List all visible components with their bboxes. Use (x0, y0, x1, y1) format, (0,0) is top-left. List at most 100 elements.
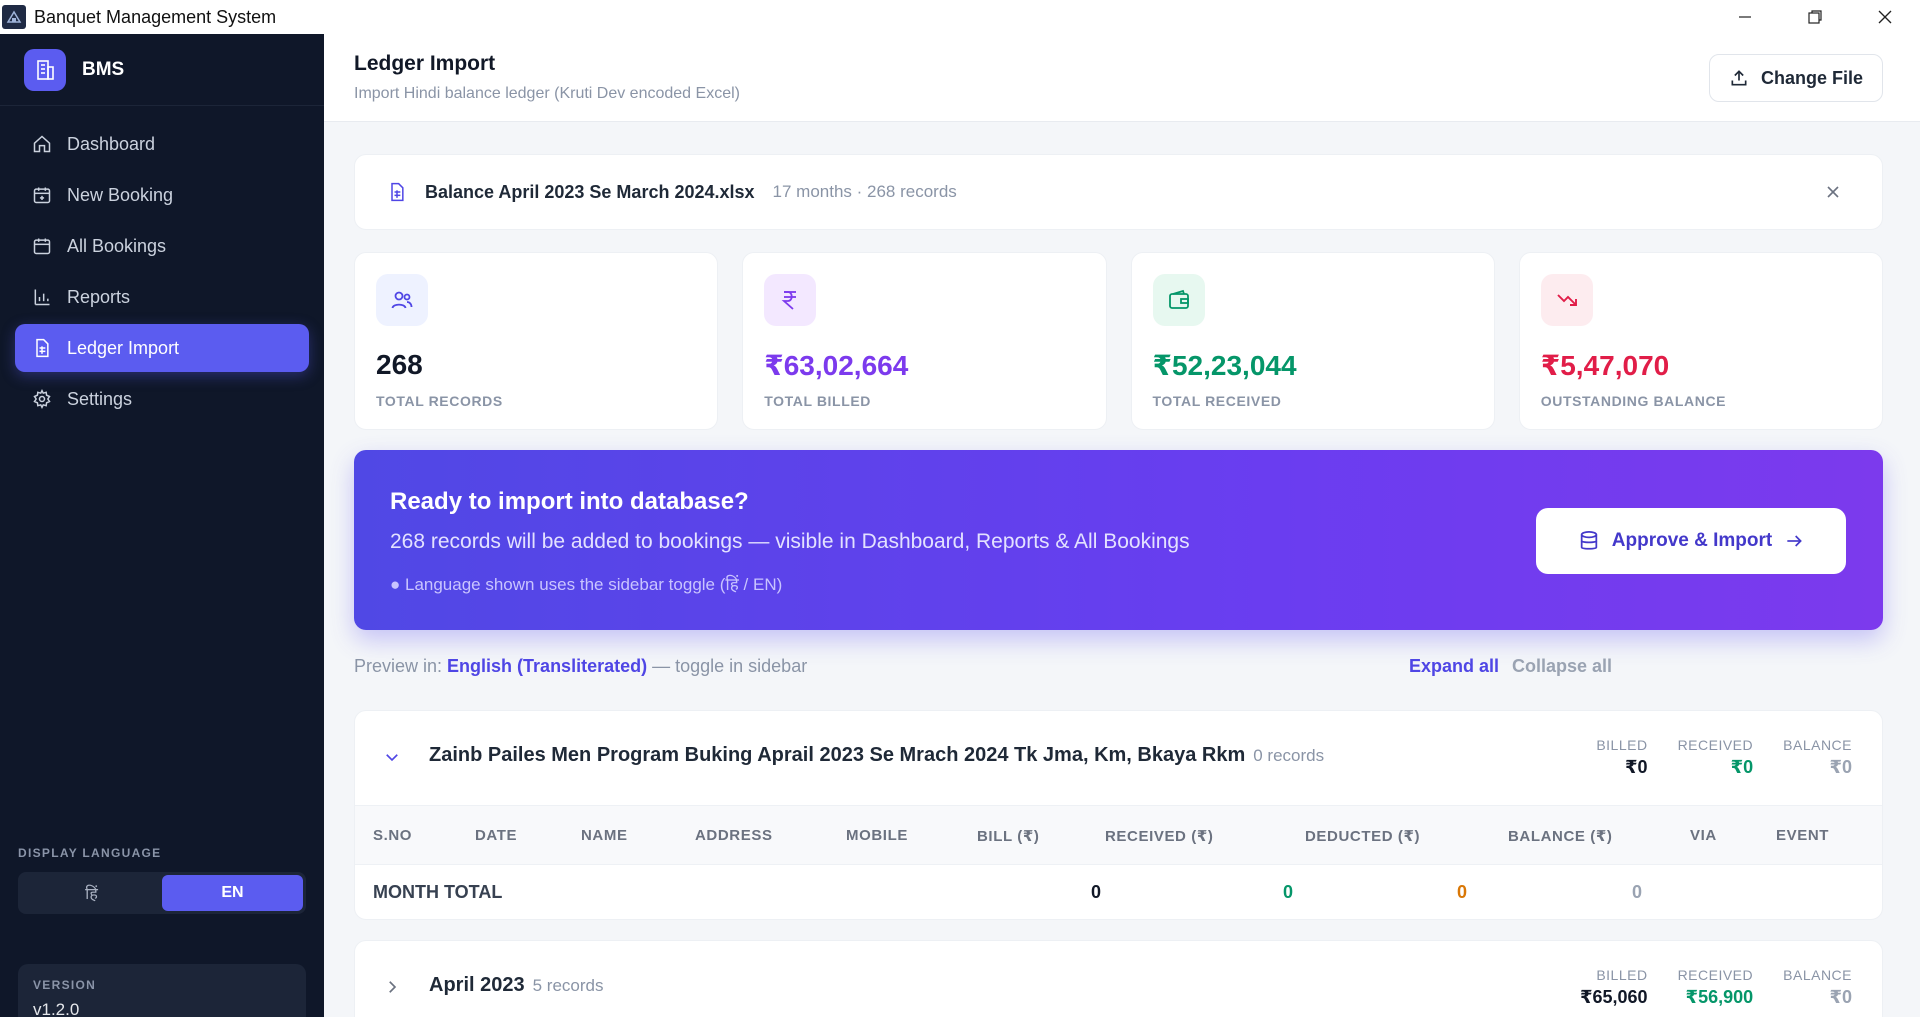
group-billed: BILLED ₹0 (1596, 737, 1647, 778)
group-balance-value: ₹0 (1829, 757, 1852, 777)
version-value: v1.2.0 (33, 1000, 80, 1017)
column-header[interactable]: RECEIVED (₹) (1105, 827, 1213, 845)
sidebar-item-settings[interactable]: Settings (15, 375, 309, 423)
sidebar-item-label: Reports (67, 286, 131, 307)
group-received: RECEIVED ₹56,900 (1678, 967, 1754, 1008)
upload-icon (1729, 68, 1749, 88)
main-content: Ledger Import Import Hindi balance ledge… (324, 34, 1920, 1017)
banner-title: Ready to import into database? (390, 488, 749, 515)
group-header[interactable]: April 2023 5 records BILLED ₹65,060 RECEIV… (355, 941, 1882, 1017)
page-subtitle: Import Hindi balance ledger (Kruti Dev e… (354, 85, 740, 102)
stat-total-billed: ₹63,02,664 TOTAL BILLED (742, 252, 1107, 430)
sidebar-item-label: Settings (67, 388, 133, 409)
minimize-button[interactable] (1710, 0, 1780, 34)
file-spreadsheet-icon (31, 337, 53, 359)
change-file-button[interactable]: Change File (1709, 54, 1883, 102)
column-header[interactable]: ADDRESS (695, 827, 773, 844)
building-icon (24, 48, 66, 91)
minimize-icon (1739, 16, 1751, 18)
group-received-label: RECEIVED (1677, 737, 1754, 753)
close-icon (1827, 186, 1839, 198)
stat-label: TOTAL BILLED (764, 393, 872, 409)
column-header[interactable]: MOBILE (846, 827, 908, 844)
column-header[interactable]: BALANCE (₹) (1508, 827, 1613, 845)
sidebar-item-reports[interactable]: Reports (15, 273, 309, 321)
group-title: April 2023 5 records (429, 974, 603, 997)
close-window-button[interactable] (1850, 0, 1920, 34)
column-header[interactable]: S.NO (373, 827, 412, 844)
month-total-label: MONTH TOTAL (373, 882, 503, 902)
column-header[interactable]: BILL (₹) (977, 827, 1039, 845)
month-total-row: MONTH TOTAL 0 0 0 0 (355, 865, 1882, 919)
column-header[interactable]: DEDUCTED (₹) (1305, 827, 1420, 845)
display-language: DISPLAY LANGUAGE हिं EN (18, 846, 306, 914)
group-stats: BILLED ₹0 RECEIVED ₹0 BALANCE ₹0 (1596, 737, 1852, 778)
display-language-label: DISPLAY LANGUAGE (18, 846, 162, 860)
group-billed-value: ₹65,060 (1579, 987, 1648, 1007)
restore-icon (1808, 10, 1822, 24)
preview-language: English (Transliterated) (447, 656, 648, 676)
approve-import-button[interactable]: Approve & Import (1536, 508, 1846, 574)
language-option-english[interactable]: EN (162, 875, 303, 911)
banner-description: 268 records will be added to bookings — … (390, 530, 1190, 553)
group-record-count: 5 records (532, 976, 604, 995)
close-icon (1878, 10, 1892, 24)
sidebar-item-label: New Booking (67, 184, 174, 205)
sidebar-nav: Dashboard New Booking All Bookings Repor… (0, 106, 324, 423)
bar-chart-icon (31, 286, 53, 308)
group-title-text: April 2023 (429, 974, 525, 996)
close-file-button[interactable] (1824, 183, 1842, 201)
window-titlebar: Banquet Management System (0, 0, 1920, 34)
group-received-value: ₹56,900 (1685, 987, 1754, 1007)
stat-total-records: 268 TOTAL RECORDS (354, 252, 719, 430)
stat-label: TOTAL RECEIVED (1152, 393, 1282, 409)
stat-value: ₹52,23,044 (1152, 350, 1297, 381)
file-info-bar: Balance April 2023 Se March 2024.xlsx 17… (354, 154, 1883, 230)
sidebar-item-all-bookings[interactable]: All Bookings (15, 222, 309, 270)
sidebar-item-new-booking[interactable]: New Booking (15, 171, 309, 219)
group-record-count: 0 records (1253, 746, 1325, 765)
preview-suffix: — toggle in sidebar (652, 656, 808, 676)
ledger-group: April 2023 5 records BILLED ₹65,060 RECEIV… (354, 940, 1883, 1017)
database-icon (1578, 530, 1600, 552)
total-bill: 0 (1091, 882, 1102, 902)
file-name: Balance April 2023 Se March 2024.xlsx (425, 181, 755, 202)
column-header[interactable]: DATE (475, 827, 517, 844)
sidebar-item-label: Ledger Import (67, 337, 180, 358)
wallet-icon (1152, 274, 1205, 326)
group-billed-value: ₹0 (1625, 757, 1648, 777)
stat-value: ₹63,02,664 (764, 350, 909, 381)
group-title-text: Zainb Pailes Men Program Buking Aprail 2… (429, 744, 1246, 766)
total-balance: 0 (1632, 882, 1643, 902)
total-deducted: 0 (1457, 882, 1468, 902)
table-header: S.NO DATE NAME ADDRESS MOBILE BILL (₹) R… (355, 805, 1882, 865)
sidebar-item-label: All Bookings (67, 235, 167, 256)
chevron-down-icon[interactable] (383, 748, 401, 766)
expand-all-button[interactable]: Expand all (1409, 656, 1499, 677)
file-icon (387, 181, 407, 203)
ledger-group: Zainb Pailes Men Program Buking Aprail 2… (354, 710, 1883, 920)
restore-button[interactable] (1780, 0, 1850, 34)
group-received-label: RECEIVED (1677, 967, 1754, 983)
group-header[interactable]: Zainb Pailes Men Program Buking Aprail 2… (355, 711, 1882, 805)
language-option-hindi[interactable]: हिं (21, 875, 162, 911)
approve-import-label: Approve & Import (1611, 530, 1773, 551)
stat-value: 268 (376, 349, 423, 380)
preview-row: Preview in: English (Transliterated) — t… (354, 656, 1883, 686)
sidebar-item-label: Dashboard (67, 133, 156, 154)
import-banner: Ready to import into database? 268 recor… (354, 450, 1883, 630)
column-header[interactable]: EVENT (1776, 827, 1829, 844)
sidebar-item-ledger-import[interactable]: Ledger Import (15, 324, 309, 372)
column-header[interactable]: VIA (1690, 827, 1717, 844)
arrow-right-icon (1784, 531, 1804, 551)
group-billed-label: BILLED (1596, 967, 1648, 983)
sidebar-item-dashboard[interactable]: Dashboard (15, 120, 309, 168)
group-billed-label: BILLED (1596, 737, 1648, 753)
column-header[interactable]: NAME (581, 827, 628, 844)
collapse-all-button[interactable]: Collapse all (1512, 656, 1612, 677)
trending-down-icon (1540, 274, 1593, 326)
window-title: Banquet Management System (34, 6, 277, 27)
app-logo-icon (2, 5, 26, 29)
group-balance-label: BALANCE (1783, 967, 1852, 983)
chevron-right-icon[interactable] (383, 978, 401, 996)
